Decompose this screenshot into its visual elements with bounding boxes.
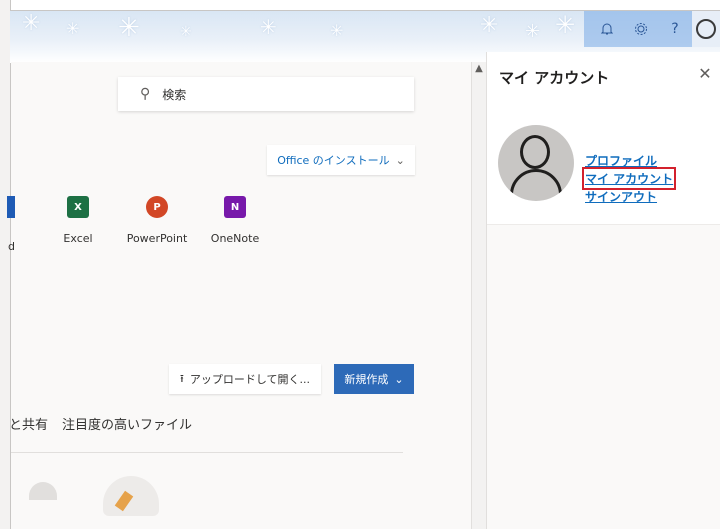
new-button[interactable]: 新規作成 ⌄ xyxy=(334,364,414,394)
snowflake-icon: ✳ xyxy=(480,13,499,38)
app-label: PowerPoint xyxy=(126,232,188,245)
install-office-button[interactable]: Office のインストール ⌄ xyxy=(267,145,415,175)
search-box[interactable]: ⚲ 検索 xyxy=(118,77,414,111)
avatar xyxy=(498,125,574,201)
file-tabs: と共有 注目度の高いファイル xyxy=(9,414,192,433)
account-card: プロファイル マイ アカウント サインアウト xyxy=(487,104,720,225)
panel-title: マイ アカウント xyxy=(499,69,610,87)
avatar-icon[interactable] xyxy=(692,11,720,47)
sign-out-link[interactable]: サインアウト xyxy=(585,188,673,205)
close-icon[interactable]: ✕ xyxy=(695,64,715,84)
app-label-partial[interactable]: d xyxy=(8,240,15,253)
profile-link[interactable]: プロファイル xyxy=(585,152,673,169)
search-icon: ⚲ xyxy=(140,86,151,102)
app-label: OneNote xyxy=(210,232,260,245)
app-onenote[interactable]: N OneNote xyxy=(200,196,270,245)
install-label: Office のインストール xyxy=(277,154,390,167)
snowflake-icon: ✳ xyxy=(118,13,140,43)
scrollbar[interactable]: ▲ xyxy=(471,62,486,529)
panel-header: マイ アカウント ✕ xyxy=(487,52,720,104)
powerpoint-icon: P xyxy=(146,196,168,218)
snowflake-icon: ✳ xyxy=(525,21,541,42)
app-excel[interactable]: X Excel xyxy=(43,196,113,245)
chevron-down-icon: ⌄ xyxy=(394,372,404,386)
app-powerpoint[interactable]: P PowerPoint xyxy=(122,196,192,245)
account-panel: マイ アカウント ✕ プロファイル マイ アカウント サインアウト xyxy=(486,52,720,529)
snowflake-icon: ✳ xyxy=(22,11,41,36)
search-input[interactable]: 検索 xyxy=(162,86,186,103)
snowflake-icon: ✳ xyxy=(260,15,277,39)
snowflake-icon: ✳ xyxy=(555,11,576,39)
upload-icon: ⭱ xyxy=(179,371,184,385)
tab-popular[interactable]: 注目度の高いファイル xyxy=(62,414,192,433)
snowflake-icon: ✳ xyxy=(66,19,80,38)
account-links: プロファイル マイ アカウント サインアウト xyxy=(581,152,677,205)
main-content: ⚲ 検索 Office のインストール ⌄ d X Excel P PowerP… xyxy=(7,62,471,529)
snowflake-icon: ✳ xyxy=(330,21,344,40)
onenote-icon: N xyxy=(224,196,246,218)
snowflake-icon: ✳ xyxy=(180,24,192,40)
header-toolbar: ? xyxy=(584,11,720,47)
bell-icon[interactable] xyxy=(590,11,624,47)
chevron-down-icon: ⌄ xyxy=(395,153,405,167)
app-label: Excel xyxy=(63,232,93,245)
my-account-link[interactable]: マイ アカウント xyxy=(581,167,677,190)
cloud-illustration-icon xyxy=(29,482,57,500)
divider xyxy=(11,452,403,453)
chevron-up-icon[interactable]: ▲ xyxy=(472,62,486,76)
upload-open-button[interactable]: ⭱ アップロードして開く... xyxy=(169,364,321,394)
word-icon[interactable] xyxy=(7,196,15,218)
upload-label: アップロードして開く... xyxy=(189,373,311,386)
window-edge xyxy=(0,0,11,529)
app-launcher: d X Excel P PowerPoint N OneNote xyxy=(7,196,471,276)
excel-icon: X xyxy=(67,196,89,218)
help-icon[interactable]: ? xyxy=(658,11,692,47)
tab-shared[interactable]: と共有 xyxy=(9,414,48,433)
gear-icon[interactable] xyxy=(624,11,658,47)
new-label: 新規作成 xyxy=(344,373,389,386)
